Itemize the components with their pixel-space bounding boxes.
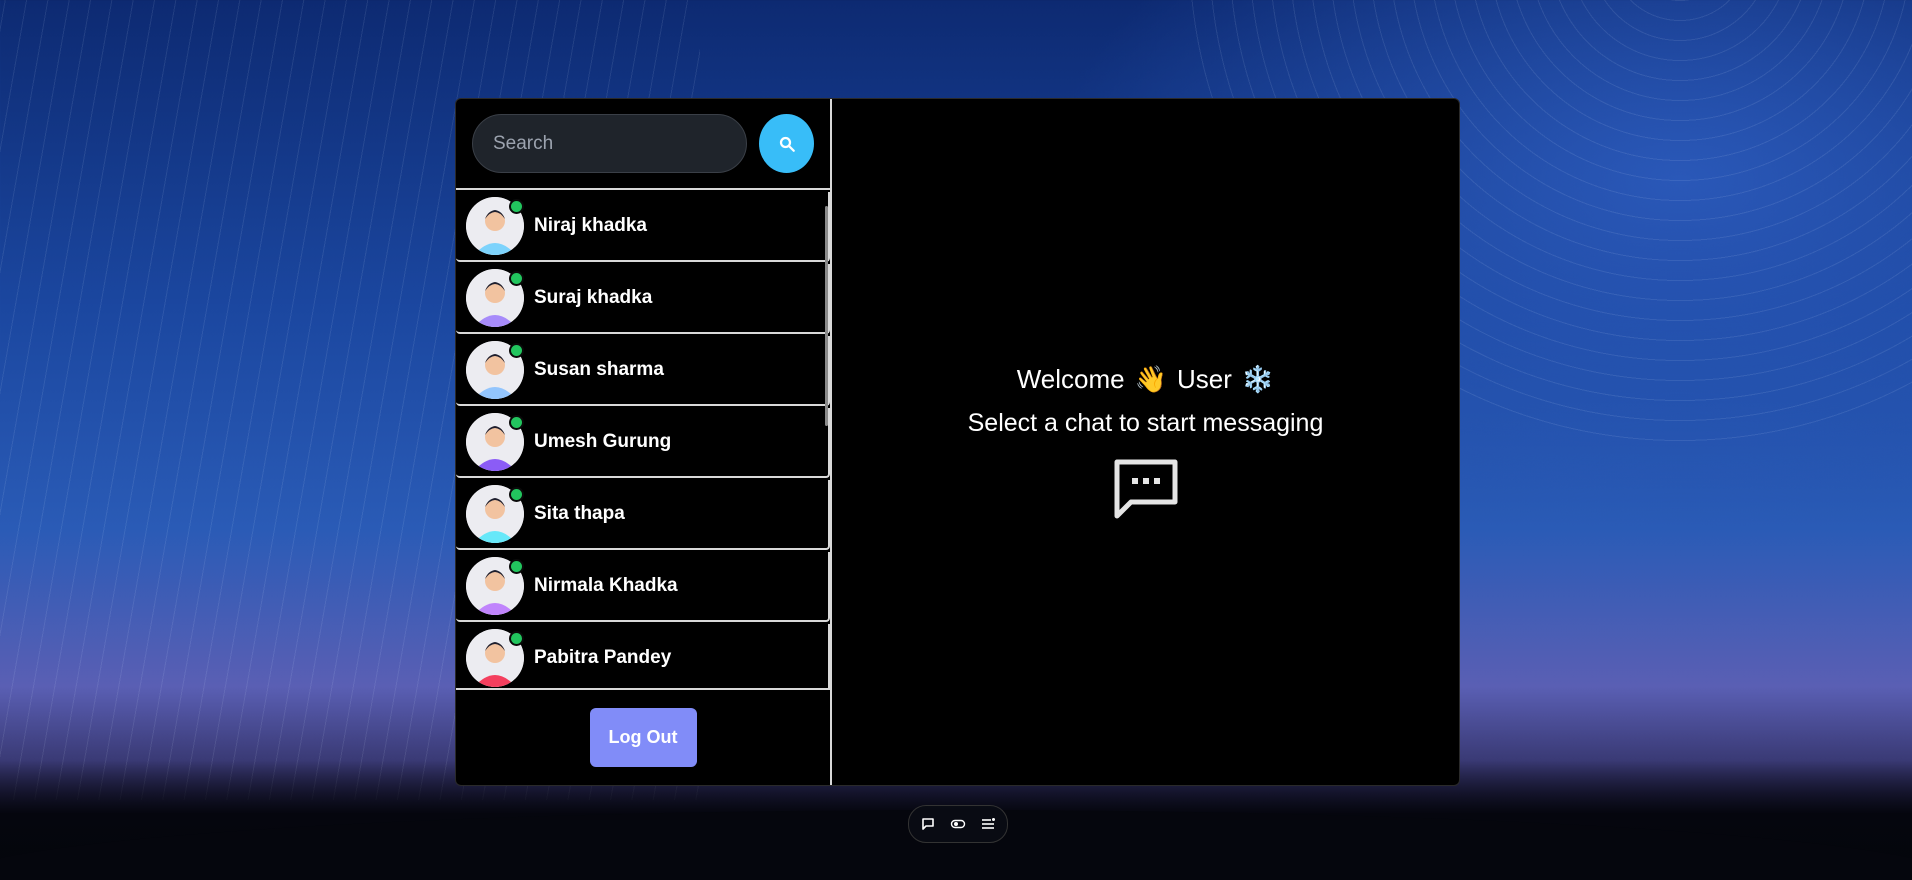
chat-item-name: Sita thapa [534, 503, 625, 524]
avatar-wrapper [466, 341, 524, 399]
chat-item-name: Pabitra Pandey [534, 647, 672, 668]
avatar-wrapper [466, 557, 524, 615]
chat-app-window: Niraj khadka Suraj khadka Susan sharma [455, 98, 1460, 786]
search-bar [456, 99, 830, 190]
logout-button[interactable]: Log Out [589, 708, 697, 767]
online-status-dot [509, 271, 524, 286]
logout-area: Log Out [456, 688, 830, 785]
welcome-panel: Welcome 👋 User ❄️ Select a chat to start… [832, 99, 1459, 785]
search-button[interactable] [759, 114, 814, 173]
avatar-wrapper [466, 629, 524, 687]
chat-item[interactable]: Suraj khadka [456, 264, 830, 334]
floating-toolbar [908, 805, 1008, 843]
chat-item-name: Umesh Gurung [534, 431, 672, 452]
welcome-greeting: Welcome [1016, 364, 1125, 394]
chat-item-name: Nirmala Khadka [534, 575, 678, 596]
online-status-dot [509, 487, 524, 502]
chat-bubble-icon [1114, 459, 1177, 519]
select-chat-prompt: Select a chat to start messaging [967, 409, 1324, 437]
toggle-icon[interactable] [948, 814, 968, 834]
avatar-wrapper [466, 269, 524, 327]
welcome-line: Welcome 👋 User ❄️ [1017, 364, 1275, 395]
search-input[interactable] [472, 114, 747, 173]
chat-item[interactable]: Pabitra Pandey [456, 624, 830, 688]
welcome-user: User [1176, 364, 1232, 394]
wave-emoji: 👋 [1134, 364, 1167, 394]
chat-item[interactable]: Sita thapa [456, 480, 830, 550]
chat-item-name: Niraj khadka [534, 215, 647, 236]
chat-item[interactable]: Susan sharma [456, 336, 830, 406]
chat-item[interactable]: Umesh Gurung [456, 408, 830, 478]
list-icon[interactable] [978, 814, 998, 834]
chat-list[interactable]: Niraj khadka Suraj khadka Susan sharma U… [456, 190, 830, 688]
online-status-dot [509, 631, 524, 646]
avatar-wrapper [466, 197, 524, 255]
message-icon[interactable] [918, 814, 938, 834]
avatar-wrapper [466, 485, 524, 543]
online-status-dot [509, 559, 524, 574]
snowflake-emoji: ❄️ [1241, 364, 1275, 394]
online-status-dot [509, 343, 524, 358]
sidebar: Niraj khadka Suraj khadka Susan sharma [456, 99, 832, 785]
online-status-dot [509, 199, 524, 214]
avatar-wrapper [466, 413, 524, 471]
chat-item-name: Susan sharma [534, 359, 664, 380]
chat-item[interactable]: Nirmala Khadka [456, 552, 830, 622]
chat-item[interactable]: Niraj khadka [456, 192, 830, 262]
online-status-dot [509, 415, 524, 430]
scrollbar-thumb[interactable] [825, 206, 828, 426]
chat-item-name: Suraj khadka [534, 287, 653, 308]
search-icon [779, 136, 795, 152]
